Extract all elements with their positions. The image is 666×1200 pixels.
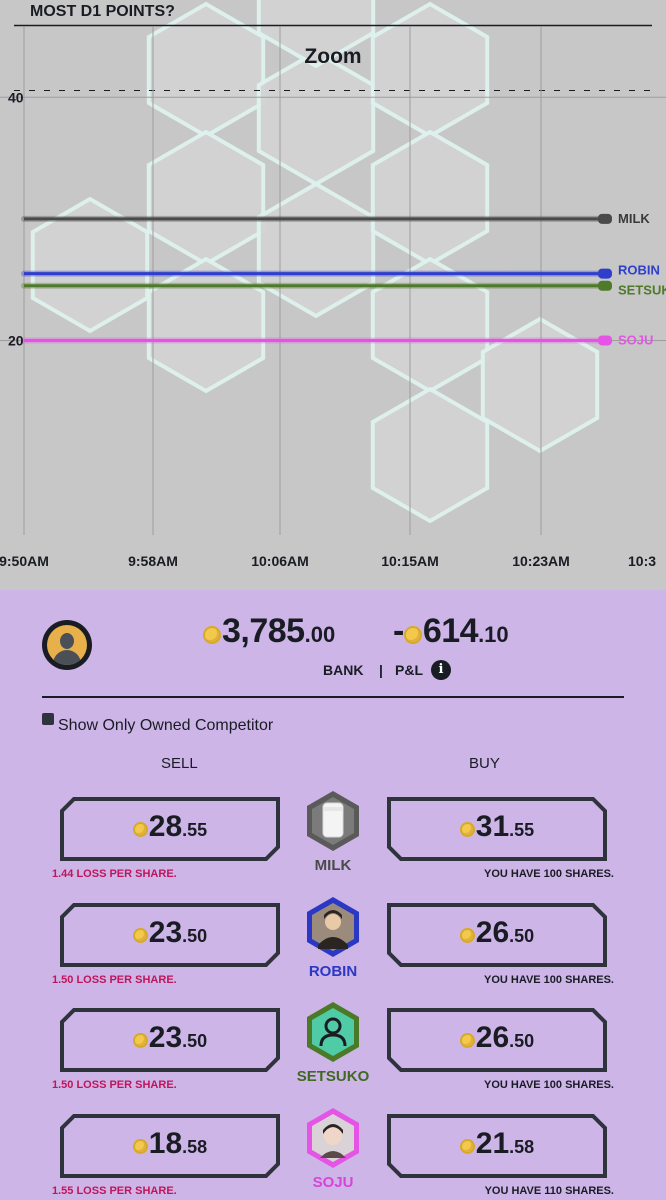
coin-icon (459, 822, 475, 838)
background-hex-tile (256, 181, 376, 319)
x-tick-label: 10:06AM (251, 553, 309, 569)
person-outline-icon[interactable] (304, 1000, 362, 1064)
background-hex-tile (146, 1, 266, 139)
coin-icon (132, 1033, 148, 1049)
shares-held-note: YOU HAVE 110 SHARES. (484, 1185, 614, 1197)
background-hex-tile (370, 386, 490, 524)
sell-price: 18.58 (60, 1127, 280, 1161)
competitor-name: SOJU (312, 1174, 354, 1191)
buy-button-robin[interactable]: 26.50 (387, 903, 607, 967)
sell-column-header: SELL (161, 755, 198, 772)
loss-per-share-note: 1.50 LOSS PER SHARE. (52, 974, 177, 986)
pnl-value: -614.10 (393, 612, 509, 650)
buy-button-soju[interactable]: 21.58 (387, 1114, 607, 1178)
coin-icon (459, 928, 475, 944)
coin-icon (132, 822, 148, 838)
y-tick-label: 40 (8, 89, 24, 105)
user-avatar[interactable] (42, 620, 92, 670)
sell-price: 23.50 (60, 1021, 280, 1055)
buy-price: 26.50 (387, 1021, 607, 1055)
series-end-marker (598, 213, 612, 224)
price-chart[interactable]: MILK ROBIN SETSUKO SOJU 40 20 9:50AM 9:58AM 10:… (0, 0, 666, 590)
bank-balance: 3,785.00 (203, 612, 335, 651)
competitor-name: SETSUKO (296, 1068, 370, 1085)
soju-avatar-icon[interactable] (304, 1106, 362, 1170)
competitor-name: MILK (314, 857, 352, 874)
owned-filter-checkbox[interactable] (42, 713, 54, 725)
sell-price: 28.55 (60, 810, 280, 844)
zoom-button[interactable]: Zoom (0, 45, 666, 69)
chart-title: MOST D1 POINTS? (30, 3, 175, 20)
bank-label: BANK (323, 662, 364, 678)
background-hex-tile (256, 49, 376, 187)
chart-canvas: MILK ROBIN SETSUKO SOJU 40 20 9:50AM 9:58AM 10:… (0, 0, 666, 569)
buy-price: 26.50 (387, 916, 607, 950)
background-hex-tile (370, 256, 490, 394)
background-hex-tile (370, 129, 490, 267)
coin-icon (132, 928, 148, 944)
robin-avatar-icon[interactable] (304, 895, 362, 959)
coin-icon (203, 625, 221, 644)
series-label: SOJU (618, 332, 653, 347)
shares-held-note: YOU HAVE 100 SHARES. (483, 868, 614, 880)
x-tick-label: 9:50AM (0, 553, 49, 569)
divider (42, 696, 624, 698)
label-separator: | (379, 662, 383, 678)
info-icon[interactable]: i (431, 660, 451, 680)
coin-icon (132, 1139, 148, 1155)
coin-icon (459, 1033, 475, 1049)
loss-per-share-note: 1.44 LOSS PER SHARE. (52, 868, 177, 880)
buy-price: 31.55 (387, 810, 607, 844)
background-hex-tile (146, 129, 266, 267)
series-label: MILK (618, 211, 650, 226)
series-end-marker (598, 268, 612, 279)
buy-column-header: BUY (469, 755, 500, 772)
background-hex-pattern (30, 0, 600, 524)
sell-button-robin[interactable]: 23.50 (60, 903, 280, 967)
series-label: ROBIN (618, 263, 660, 278)
series-end-marker (598, 335, 612, 346)
buy-button-milk[interactable]: 31.55 (387, 797, 607, 861)
coin-icon (403, 625, 422, 644)
background-hex-tile (146, 256, 266, 394)
y-tick-label: 20 (8, 332, 24, 348)
sell-button-milk[interactable]: 28.55 (60, 797, 280, 861)
sell-price: 23.50 (60, 916, 280, 950)
owned-filter-label[interactable]: Show Only Owned Competitor (58, 717, 273, 735)
loss-per-share-note: 1.50 LOSS PER SHARE. (52, 1079, 177, 1091)
x-tick-label: 10:15AM (381, 553, 439, 569)
shares-held-note: YOU HAVE 100 SHARES. (483, 1079, 614, 1091)
buy-button-setsuko[interactable]: 26.50 (387, 1008, 607, 1072)
user-silhouette-icon (47, 625, 87, 665)
sell-button-setsuko[interactable]: 23.50 (60, 1008, 280, 1072)
x-tick-label: 10:3 (628, 553, 656, 569)
coin-icon (459, 1139, 475, 1155)
buy-price: 21.58 (387, 1127, 607, 1161)
milk-glass-icon[interactable] (304, 789, 362, 853)
shares-held-note: YOU HAVE 100 SHARES. (483, 974, 614, 986)
x-tick-label: 9:58AM (128, 553, 178, 569)
sell-button-soju[interactable]: 18.58 (60, 1114, 280, 1178)
competitor-name: ROBIN (308, 963, 358, 980)
series-end-marker (598, 280, 612, 291)
background-hex-tile (370, 1, 490, 139)
x-tick-label: 10:23AM (512, 553, 570, 569)
pnl-label: P&L (395, 662, 423, 678)
series-label: SETSUKO (618, 283, 666, 298)
loss-per-share-note: 1.55 LOSS PER SHARE. (52, 1185, 177, 1197)
